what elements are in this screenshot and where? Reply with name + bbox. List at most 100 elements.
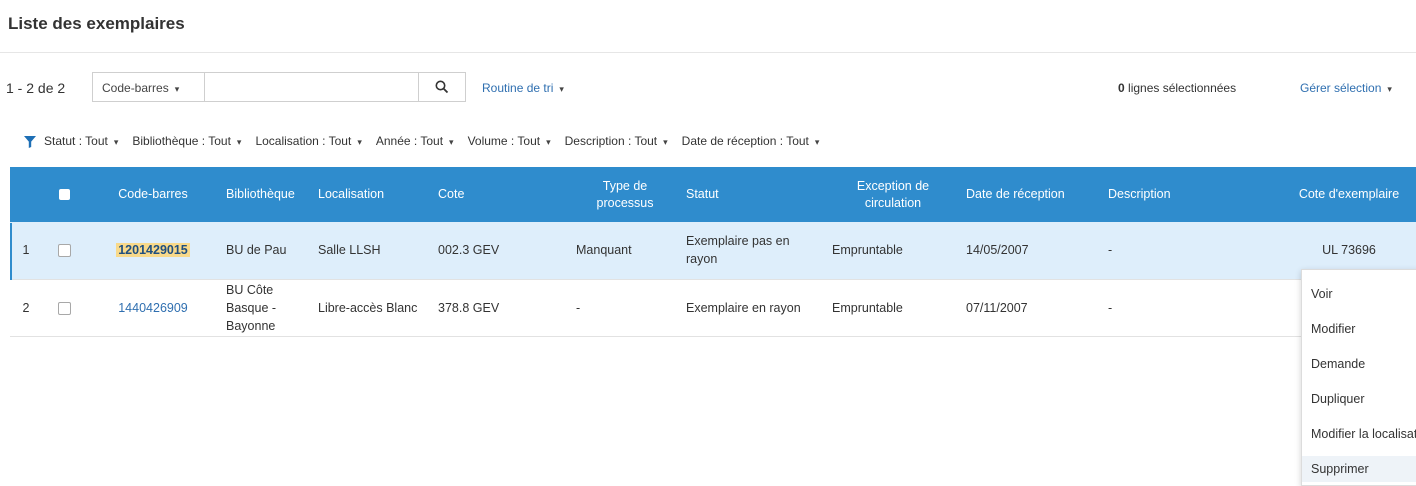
filter-bar: Statut : Tout ▾ Bibliothèque : Tout ▾ Locali…: [24, 134, 833, 154]
barcode-link[interactable]: 1201429015: [116, 243, 190, 258]
caret-down-icon: ▾: [559, 84, 564, 94]
filter-value: Tout: [420, 134, 444, 148]
header-circulation-exception[interactable]: Exception de circulation: [826, 167, 960, 222]
caret-down-icon: ▾: [113, 137, 119, 147]
location-cell: Salle LLSH: [318, 243, 381, 258]
items-table: Code-barres Bibliothèque Localisation Co…: [10, 167, 1416, 337]
receipt-date-cell: 14/05/2007: [966, 243, 1029, 258]
barcode-cell: 1440426909: [86, 279, 220, 336]
header-process-type[interactable]: Type de processus: [570, 167, 680, 222]
filter-value: Tout: [517, 134, 541, 148]
filter-annee[interactable]: Année : Tout ▾: [376, 134, 454, 148]
filter-bibliotheque[interactable]: Bibliothèque : Tout ▾: [132, 134, 241, 148]
receipt-date-cell: 07/11/2007: [966, 300, 1028, 315]
filter-label: Date de réception :: [681, 134, 784, 148]
menu-item-dupliquer[interactable]: Dupliquer: [1311, 392, 1365, 406]
search-button[interactable]: [418, 73, 465, 101]
filter-statut[interactable]: Statut : Tout ▾: [44, 134, 118, 148]
search-type-label: Code-barres: [102, 81, 169, 95]
manage-selection-dropdown[interactable]: Gérer sélection ▾: [1300, 81, 1392, 95]
location-cell: Libre-accès Blanc: [318, 300, 418, 315]
row-select-cell[interactable]: [42, 222, 86, 279]
toolbar: 1 - 2 de 2 Code-barres ▾ Routine de tri ▾ …: [0, 72, 1416, 102]
title-divider: [0, 52, 1416, 53]
library-cell: BU de Pau: [226, 243, 287, 258]
table-row[interactable]: 1 1201429015 BU de Pau Salle LLSH 002.3 …: [10, 222, 1416, 279]
manage-selection-label: Gérer sélection: [1300, 81, 1382, 95]
barcode-link[interactable]: 1440426909: [118, 301, 188, 315]
library-cell: BU Côte Basque - Bayonne: [226, 282, 277, 333]
search-icon: [435, 80, 449, 94]
filter-label: Bibliothèque :: [132, 134, 206, 148]
search-box: Code-barres ▾: [92, 72, 466, 102]
sort-routine-dropdown[interactable]: Routine de tri ▾: [482, 81, 564, 95]
process-type-cell: -: [576, 300, 581, 315]
selected-rows-status: 0 lignes sélectionnées: [1118, 81, 1236, 95]
menu-item-modifier[interactable]: Modifier: [1311, 322, 1355, 336]
status-cell: Exemplaire pas en rayon: [686, 234, 790, 267]
row-checkbox[interactable]: [57, 244, 71, 258]
caret-down-icon: ▾: [357, 137, 362, 147]
select-all-checkbox[interactable]: [58, 189, 70, 201]
description-cell: -: [1108, 243, 1113, 258]
result-count: 1 - 2 de 2: [6, 80, 66, 96]
row-select-cell[interactable]: [42, 279, 86, 336]
table-header-row: Code-barres Bibliothèque Localisation Co…: [10, 167, 1416, 222]
header-barcode[interactable]: Code-barres: [86, 167, 220, 222]
filter-label: Localisation :: [255, 134, 326, 148]
funnel-icon[interactable]: [24, 135, 36, 148]
sort-routine-label: Routine de tri: [482, 81, 554, 95]
page-title: Liste des exemplaires: [8, 14, 185, 33]
search-type-dropdown[interactable]: Code-barres ▾: [93, 73, 205, 101]
circulation-cell: Empruntable: [832, 243, 903, 258]
caret-down-icon: ▾: [814, 137, 820, 147]
filter-label: Année :: [375, 134, 418, 148]
call-number-cell: 378.8 GEV: [438, 300, 500, 315]
header-select-all[interactable]: [42, 167, 86, 222]
filter-localisation[interactable]: Localisation : Tout ▾: [255, 134, 361, 148]
filter-label: Statut :: [44, 134, 83, 148]
filter-value: Tout: [634, 134, 658, 148]
menu-item-modifier-localisation[interactable]: Modifier la localisation: [1311, 427, 1416, 441]
caret-down-icon: ▾: [174, 84, 180, 94]
header-item-call-number[interactable]: Cote d'exemplaire: [1268, 167, 1416, 222]
header-library[interactable]: Bibliothèque: [220, 167, 312, 222]
row-number: 2: [22, 300, 30, 315]
call-number-cell: 002.3 GEV: [438, 243, 500, 258]
caret-down-icon: ▾: [663, 137, 668, 147]
menu-item-voir[interactable]: Voir: [1311, 287, 1333, 301]
header-status[interactable]: Statut: [680, 167, 826, 222]
header-receipt-date[interactable]: Date de réception: [960, 167, 1102, 222]
header-call-number[interactable]: Cote: [432, 167, 570, 222]
filter-volume[interactable]: Volume : Tout ▾: [468, 134, 551, 148]
search-input[interactable]: [205, 73, 418, 101]
description-cell: -: [1108, 300, 1113, 315]
barcode-cell: 1201429015: [86, 222, 220, 279]
filter-date-reception[interactable]: Date de réception : Tout ▾: [682, 134, 820, 148]
menu-item-demande[interactable]: Demande: [1311, 357, 1365, 371]
header-description[interactable]: Description: [1102, 167, 1268, 222]
filter-description[interactable]: Description : Tout ▾: [565, 134, 668, 148]
caret-down-icon: ▾: [236, 137, 242, 147]
caret-down-icon: ▾: [449, 137, 454, 147]
caret-down-icon: ▾: [1387, 84, 1392, 94]
header-row-number: [10, 167, 42, 222]
circulation-cell: Empruntable: [832, 300, 903, 315]
filter-value: Tout: [328, 134, 352, 148]
row-checkbox[interactable]: [57, 301, 71, 315]
row-context-menu: Voir Modifier Demande Dupliquer Modifier…: [1301, 269, 1416, 486]
filter-value: Tout: [786, 134, 809, 148]
filter-value: Tout: [85, 134, 108, 148]
filter-label: Volume :: [467, 134, 515, 148]
process-type-cell: Manquant: [576, 243, 632, 258]
caret-down-icon: ▾: [546, 137, 551, 147]
table-row[interactable]: 2 1440426909 BU Côte Basque - Bayonne Li…: [10, 279, 1416, 336]
status-cell: Exemplaire en rayon: [686, 300, 801, 315]
menu-item-supprimer[interactable]: Supprimer: [1302, 456, 1416, 482]
row-number: 1: [22, 243, 30, 258]
selected-count: 0: [1118, 81, 1125, 95]
selected-label: lignes sélectionnées: [1128, 81, 1237, 95]
filter-value: Tout: [208, 134, 231, 148]
filter-label: Description :: [564, 134, 632, 148]
header-location[interactable]: Localisation: [312, 167, 432, 222]
